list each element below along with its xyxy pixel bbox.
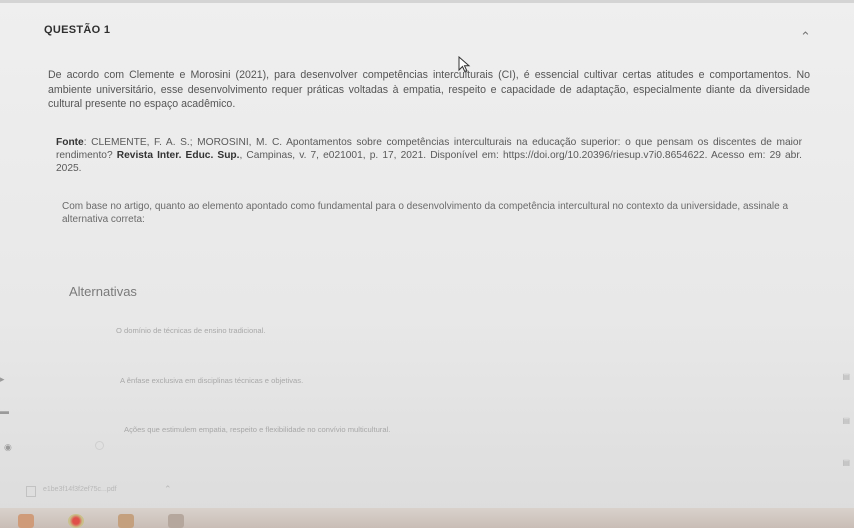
start-icon[interactable]	[18, 514, 34, 528]
left-edge-marker: ▬	[0, 406, 9, 416]
left-edge-marker: ◉	[4, 442, 12, 452]
alternative-option-1[interactable]: O domínio de técnicas de ensino tradicio…	[116, 326, 265, 335]
alternatives-heading: Alternativas	[69, 284, 137, 299]
alternative-option-3[interactable]: Ações que estimulem empatia, respeito e …	[124, 425, 390, 434]
chevron-up-icon[interactable]: ⌃	[164, 484, 172, 495]
taskbar-app-icon[interactable]	[118, 514, 134, 528]
pdf-file-icon[interactable]	[26, 486, 36, 497]
source-label: Fonte	[56, 137, 84, 148]
chevron-up-icon[interactable]: ⌃	[800, 29, 811, 45]
right-edge-marker: ▤	[842, 372, 850, 381]
alternative-option-2[interactable]: A ênfase exclusiva em disciplinas técnic…	[120, 376, 303, 385]
taskbar	[0, 508, 854, 528]
question-page: QUESTÃO 1 ⌃ De acordo com Clemente e Mor…	[0, 0, 854, 528]
question-prompt: Com base no artigo, quanto ao elemento a…	[62, 201, 789, 225]
radio-button[interactable]	[95, 441, 104, 450]
browser-icon[interactable]	[68, 514, 84, 528]
right-edge-marker: ▤	[842, 416, 850, 425]
taskbar-app-icon[interactable]	[168, 514, 184, 528]
question-statement: De acordo com Clemente e Morosini (2021)…	[48, 69, 810, 110]
source-citation: Fonte: CLEMENTE, F. A. S.; MOROSINI, M. …	[56, 136, 802, 176]
download-bar: e1be3f14f3f2ef75c...pdf ⌃	[0, 478, 854, 508]
top-divider	[0, 0, 854, 3]
source-journal: Revista Inter. Educ. Sup.	[116, 150, 240, 162]
right-edge-marker: ▤	[842, 458, 850, 467]
question-title: QUESTÃO 1	[44, 24, 111, 36]
left-edge-marker: ▸	[0, 374, 5, 384]
download-filename[interactable]: e1be3f14f3f2ef75c...pdf	[43, 486, 117, 493]
